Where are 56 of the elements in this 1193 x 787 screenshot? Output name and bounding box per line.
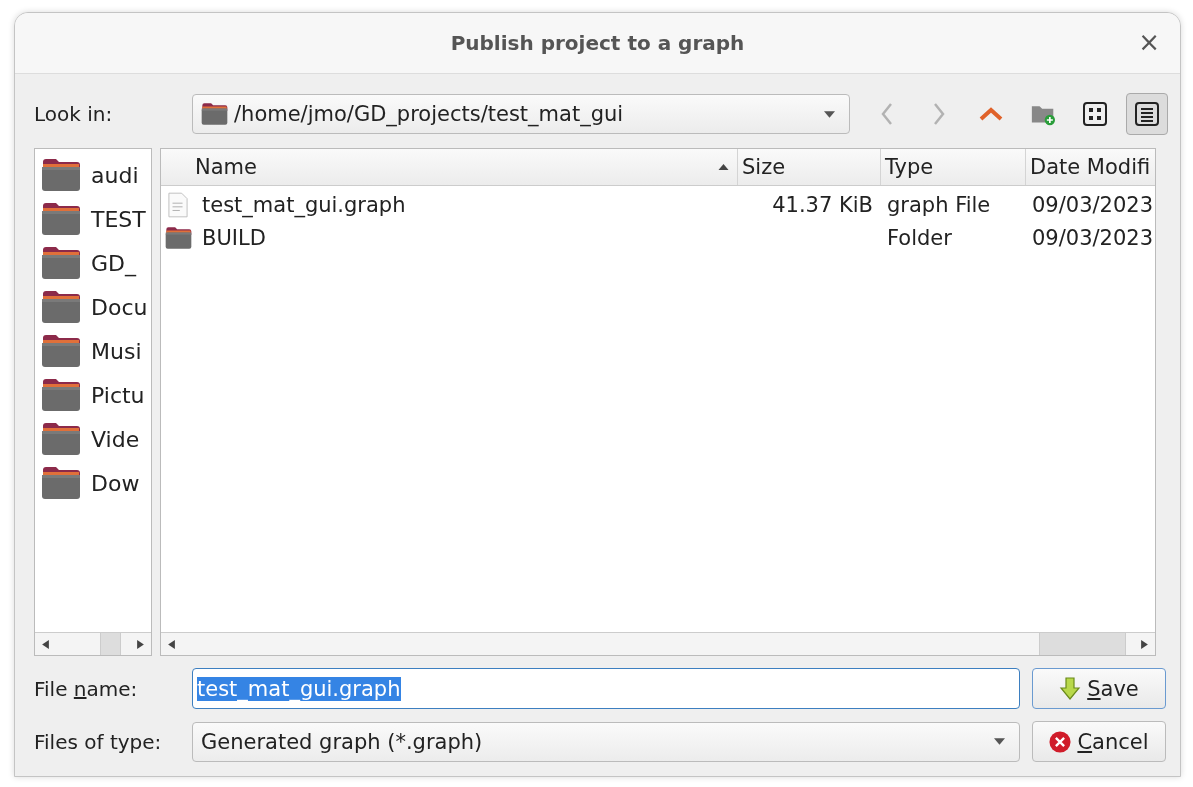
- folder-icon: [41, 466, 81, 500]
- scroll-right-icon[interactable]: [1141, 639, 1148, 649]
- folder-icon: [165, 225, 192, 250]
- sidebar-item[interactable]: Docu: [35, 285, 151, 329]
- sidebar-item[interactable]: audi: [35, 153, 151, 197]
- path-dropdown[interactable]: /home/jmo/GD_projects/test_mat_gui: [192, 94, 850, 134]
- column-header[interactable]: Date Modifi: [1026, 149, 1155, 185]
- size-cell-text: 41.37 KiB: [771, 192, 874, 217]
- type-cell-text: Folder: [886, 225, 953, 250]
- type-cell-text: graph File: [886, 192, 992, 217]
- folder-icon: [41, 246, 81, 280]
- detail-view-button[interactable]: [1126, 93, 1168, 135]
- file-name-cell[interactable]: test_mat_gui.graph: [161, 191, 738, 218]
- down-arrow-icon: [1059, 676, 1082, 701]
- cancel-icon: [1049, 729, 1072, 754]
- column-header[interactable]: Type: [881, 149, 1026, 185]
- sidebar-item[interactable]: Dow: [35, 461, 151, 505]
- sidebar-item[interactable]: Musi: [35, 329, 151, 373]
- grid-view-icon: [1083, 102, 1107, 126]
- scrollbar-thumb[interactable]: [1038, 633, 1127, 655]
- scroll-right-icon[interactable]: [137, 639, 144, 649]
- folder-icon: [41, 158, 81, 192]
- file-name-field[interactable]: test_mat_gui.graph: [192, 668, 1020, 709]
- folder-icon: [41, 334, 81, 368]
- sidebar-item[interactable]: Pictu: [35, 373, 151, 417]
- folder-icon: [41, 290, 81, 324]
- scrollbar-thumb[interactable]: [100, 633, 121, 655]
- window-title: Publish project to a graph: [450, 31, 745, 55]
- file-name-cell[interactable]: BUILD: [161, 225, 738, 250]
- file-name-label: File name:: [34, 676, 139, 701]
- document-icon: [168, 191, 188, 218]
- list-view-icon: [1135, 102, 1159, 126]
- caret-icon: [994, 738, 1005, 745]
- sidebar-item[interactable]: TEST: [35, 197, 151, 241]
- scroll-left-icon[interactable]: [42, 639, 49, 649]
- file-type-dropdown[interactable]: Generated graph (*.graph): [192, 721, 1020, 762]
- file-type-label: Files of type:: [34, 729, 163, 754]
- look-in-label: Look in:: [34, 102, 114, 126]
- sidebar-item[interactable]: Vide: [35, 417, 151, 461]
- folder-icon: [201, 102, 228, 126]
- horizontal-scrollbar[interactable]: [35, 632, 151, 655]
- date-cell-text: 09/03/2023: [1031, 225, 1155, 250]
- sidebar-item[interactable]: GD_: [35, 241, 151, 285]
- column-header[interactable]: Size: [738, 149, 881, 185]
- horizontal-scrollbar[interactable]: [161, 632, 1155, 655]
- cancel-button[interactable]: Cancel: [1032, 721, 1166, 762]
- folder-icon: [41, 378, 81, 412]
- caret-icon: [824, 110, 835, 118]
- folder-icon: [41, 202, 81, 236]
- column-header[interactable]: Name: [161, 149, 738, 185]
- folder-icon: [41, 422, 81, 456]
- save-button[interactable]: Save: [1032, 668, 1166, 709]
- close-button[interactable]: ×: [1132, 27, 1166, 57]
- scroll-left-icon[interactable]: [168, 639, 175, 649]
- sort-arrow-icon: [718, 163, 729, 171]
- date-cell-text: 09/03/2023: [1031, 192, 1155, 217]
